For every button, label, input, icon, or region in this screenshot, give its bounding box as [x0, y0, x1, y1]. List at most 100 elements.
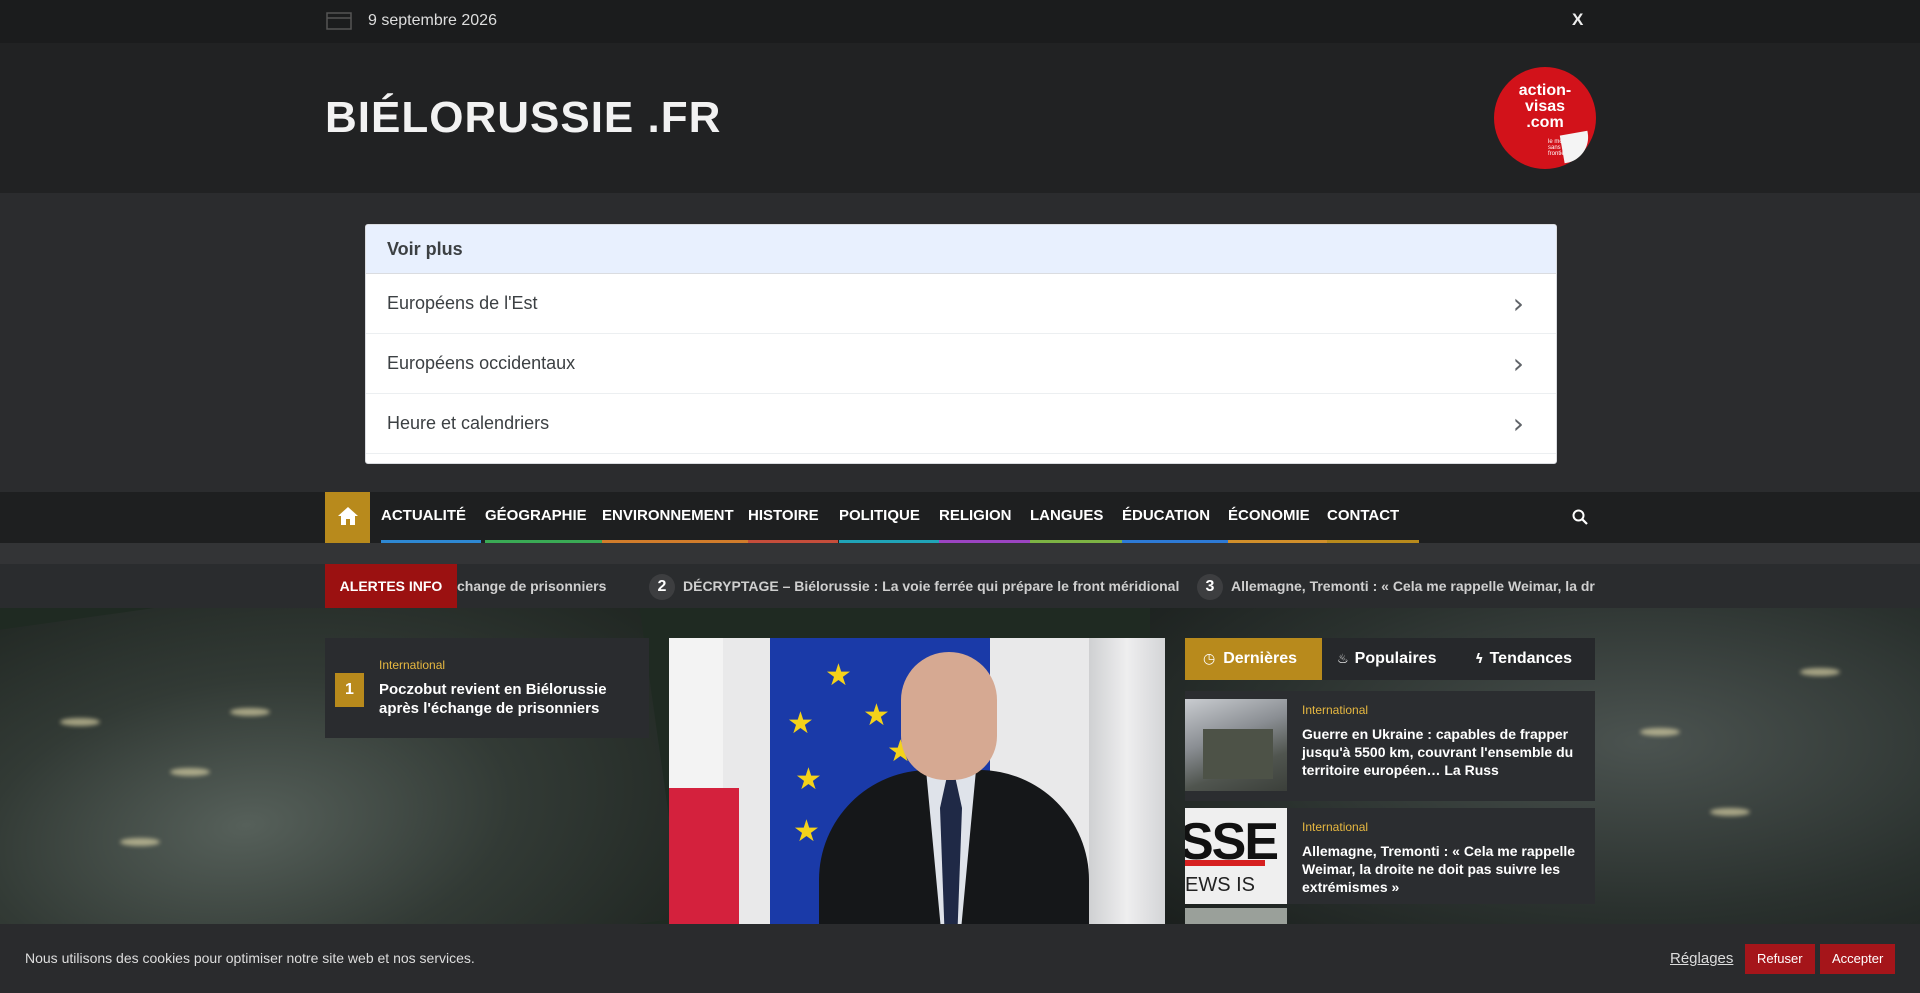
hero-light	[1800, 668, 1840, 676]
ticker-item-number: 3	[1197, 574, 1223, 600]
hero-light	[170, 768, 210, 776]
post-thumbnail[interactable]	[1185, 699, 1287, 791]
nav-item-geographie[interactable]: GÉOGRAPHIE	[485, 492, 604, 543]
tab-label: Populaires	[1354, 650, 1437, 667]
ticker-item[interactable]: 3 Allemagne, Tremonti : « Cela me rappell…	[1197, 564, 1595, 608]
nav-label: ACTUALITÉ	[381, 507, 466, 524]
nav-label: ÉDUCATION	[1122, 507, 1211, 524]
eu-star: ★	[863, 698, 890, 733]
nav-item-education[interactable]: ÉDUCATION	[1122, 492, 1228, 543]
nav-label: GÉOGRAPHIE	[485, 507, 587, 524]
top-bar: 9 septembre 2026 X	[0, 0, 1920, 43]
nav-item-histoire[interactable]: HISTOIRE	[748, 492, 838, 543]
eu-star: ★	[795, 762, 822, 797]
current-date: 9 septembre 2026	[368, 12, 497, 29]
nav-item-environnement[interactable]: ENVIRONNEMENT	[602, 492, 750, 543]
widget-item-europeens-occidentaux[interactable]: Européens occidentaux ›	[366, 334, 1556, 394]
eu-star: ★	[787, 706, 814, 741]
site-title[interactable]: BIÉLORUSSIE .FR	[325, 93, 721, 143]
cookie-message: Nous utilisons des cookies pour optimise…	[25, 950, 475, 966]
nav-label: CONTACT	[1327, 507, 1400, 524]
nav-item-langues[interactable]: LANGUES	[1030, 492, 1122, 543]
action-visas-badge[interactable]: action- visas .com le monde sans frontiè…	[1494, 67, 1596, 169]
post-category[interactable]: International	[379, 658, 445, 672]
cookie-accept-button[interactable]: Accepter	[1820, 944, 1896, 974]
bolt-icon: ϟ	[1475, 652, 1484, 667]
side-post-partial	[1185, 908, 1287, 924]
x-social-icon[interactable]: X	[1572, 10, 1583, 30]
chevron-right-icon: ›	[1512, 347, 1524, 380]
nav-item-religion[interactable]: RELIGION	[939, 492, 1030, 543]
home-button[interactable]	[325, 492, 370, 543]
ticker-item[interactable]: change de prisonniers	[457, 564, 606, 608]
ticker-item-text: Allemagne, Tremonti : « Cela me rappelle…	[1231, 578, 1595, 594]
nav-label: POLITIQUE	[839, 507, 920, 524]
nav-label: ENVIRONNEMENT	[602, 507, 734, 524]
flame-icon: ♨	[1337, 652, 1349, 667]
tab-tendances[interactable]: ϟ Tendances	[1475, 638, 1572, 680]
hero-light	[1640, 728, 1680, 736]
related-searches-widget: Voir plus Européens de l'Est › Européens…	[365, 224, 1557, 464]
tab-populaires[interactable]: ♨ Populaires	[1337, 638, 1436, 680]
nav-label: ÉCONOMIE	[1228, 507, 1310, 524]
tab-dernieres[interactable]: ◷ Dernières	[1185, 638, 1322, 680]
nav-item-politique[interactable]: POLITIQUE	[839, 492, 939, 543]
badge-main-text: action- visas .com	[1518, 82, 1572, 131]
eu-star: ★	[793, 814, 820, 849]
hero-light	[230, 708, 270, 716]
post-title[interactable]: Guerre en Ukraine : capables de frapper …	[1302, 725, 1582, 779]
post-title[interactable]: Poczobut revient en Biélorussie après l'…	[379, 680, 641, 718]
nav-label: LANGUES	[1030, 507, 1104, 524]
curtain	[1089, 638, 1165, 924]
widget-item-label: Européens de l'Est	[387, 293, 538, 313]
main-nav: ACTUALITÉ GÉOGRAPHIE ENVIRONNEMENT HISTO…	[0, 492, 1920, 543]
post-thumbnail[interactable]: SSE EWS IS	[1185, 808, 1287, 904]
nav-label: RELIGION	[939, 507, 1012, 524]
nav-item-contact[interactable]: CONTACT	[1327, 492, 1419, 543]
thumbnail-subtext: EWS IS	[1185, 874, 1256, 896]
ticker-track: change de prisonniers 2 DÉCRYPTAGE – Biél…	[457, 564, 1595, 608]
nav-item-economie[interactable]: ÉCONOMIE	[1228, 492, 1327, 543]
widget-heading: Voir plus	[366, 225, 1556, 274]
thumbnail-arrow	[1185, 860, 1265, 866]
ticker-label: ALERTES INFO	[325, 564, 457, 608]
nav-item-actualite[interactable]: ACTUALITÉ	[381, 492, 481, 543]
post-category[interactable]: International	[1302, 820, 1368, 834]
nav-separator-strip	[0, 543, 1920, 564]
truck-shape	[1203, 729, 1273, 779]
person-head	[901, 652, 997, 780]
chevron-right-icon: ›	[1512, 407, 1524, 440]
chevron-right-icon: ›	[1512, 287, 1524, 320]
post-title[interactable]: Allemagne, Tremonti : « Cela me rappelle…	[1302, 842, 1582, 896]
badge-curl	[1559, 130, 1593, 164]
cookie-settings-link[interactable]: Réglages	[1670, 950, 1733, 967]
tab-label: Dernières	[1223, 650, 1298, 667]
widget-item-europeens-est[interactable]: Européens de l'Est ›	[366, 274, 1556, 334]
search-icon[interactable]	[1572, 509, 1588, 525]
widget-item-heure-calendriers[interactable]: Heure et calendriers ›	[366, 394, 1556, 454]
cookie-refuse-button[interactable]: Refuser	[1745, 944, 1815, 974]
post-rank: 1	[335, 673, 364, 707]
site-header: BIÉLORUSSIE .FR action- visas .com le mo…	[0, 43, 1920, 193]
hero-light	[120, 838, 160, 846]
featured-post-card[interactable]: 1 International Poczobut revient en Biél…	[325, 638, 649, 738]
hero-light	[60, 718, 100, 726]
polish-flag-red	[669, 788, 739, 924]
side-post[interactable]: SSE EWS IS International Allemagne, Trem…	[1185, 808, 1595, 904]
side-post[interactable]: International Guerre en Ukraine : capabl…	[1185, 691, 1595, 801]
ticker-item-text: DÉCRYPTAGE – Biélorussie : La voie ferré…	[683, 578, 1180, 594]
main-article-photo[interactable]: ★ ★ ★ ★ ★ ★ ★	[669, 638, 1165, 924]
clock-icon: ◷	[1203, 651, 1216, 667]
ticker-item-text: change de prisonniers	[457, 578, 607, 594]
news-ticker: ALERTES INFO change de prisonniers 2 DÉCR…	[0, 564, 1920, 608]
ticker-item[interactable]: 2 DÉCRYPTAGE – Biélorussie : La voie ferr…	[649, 564, 1179, 608]
eu-star: ★	[825, 658, 852, 693]
post-category[interactable]: International	[1302, 703, 1368, 717]
tab-label: Tendances	[1489, 650, 1572, 667]
polish-flag-white	[669, 638, 723, 788]
posts-tabs: ◷ Dernières ♨ Populaires ϟ Tendances	[1185, 638, 1595, 680]
hero-light	[1710, 808, 1750, 816]
calendar-icon	[326, 12, 352, 30]
home-icon	[338, 507, 358, 525]
widget-item-label: Heure et calendriers	[387, 413, 550, 433]
